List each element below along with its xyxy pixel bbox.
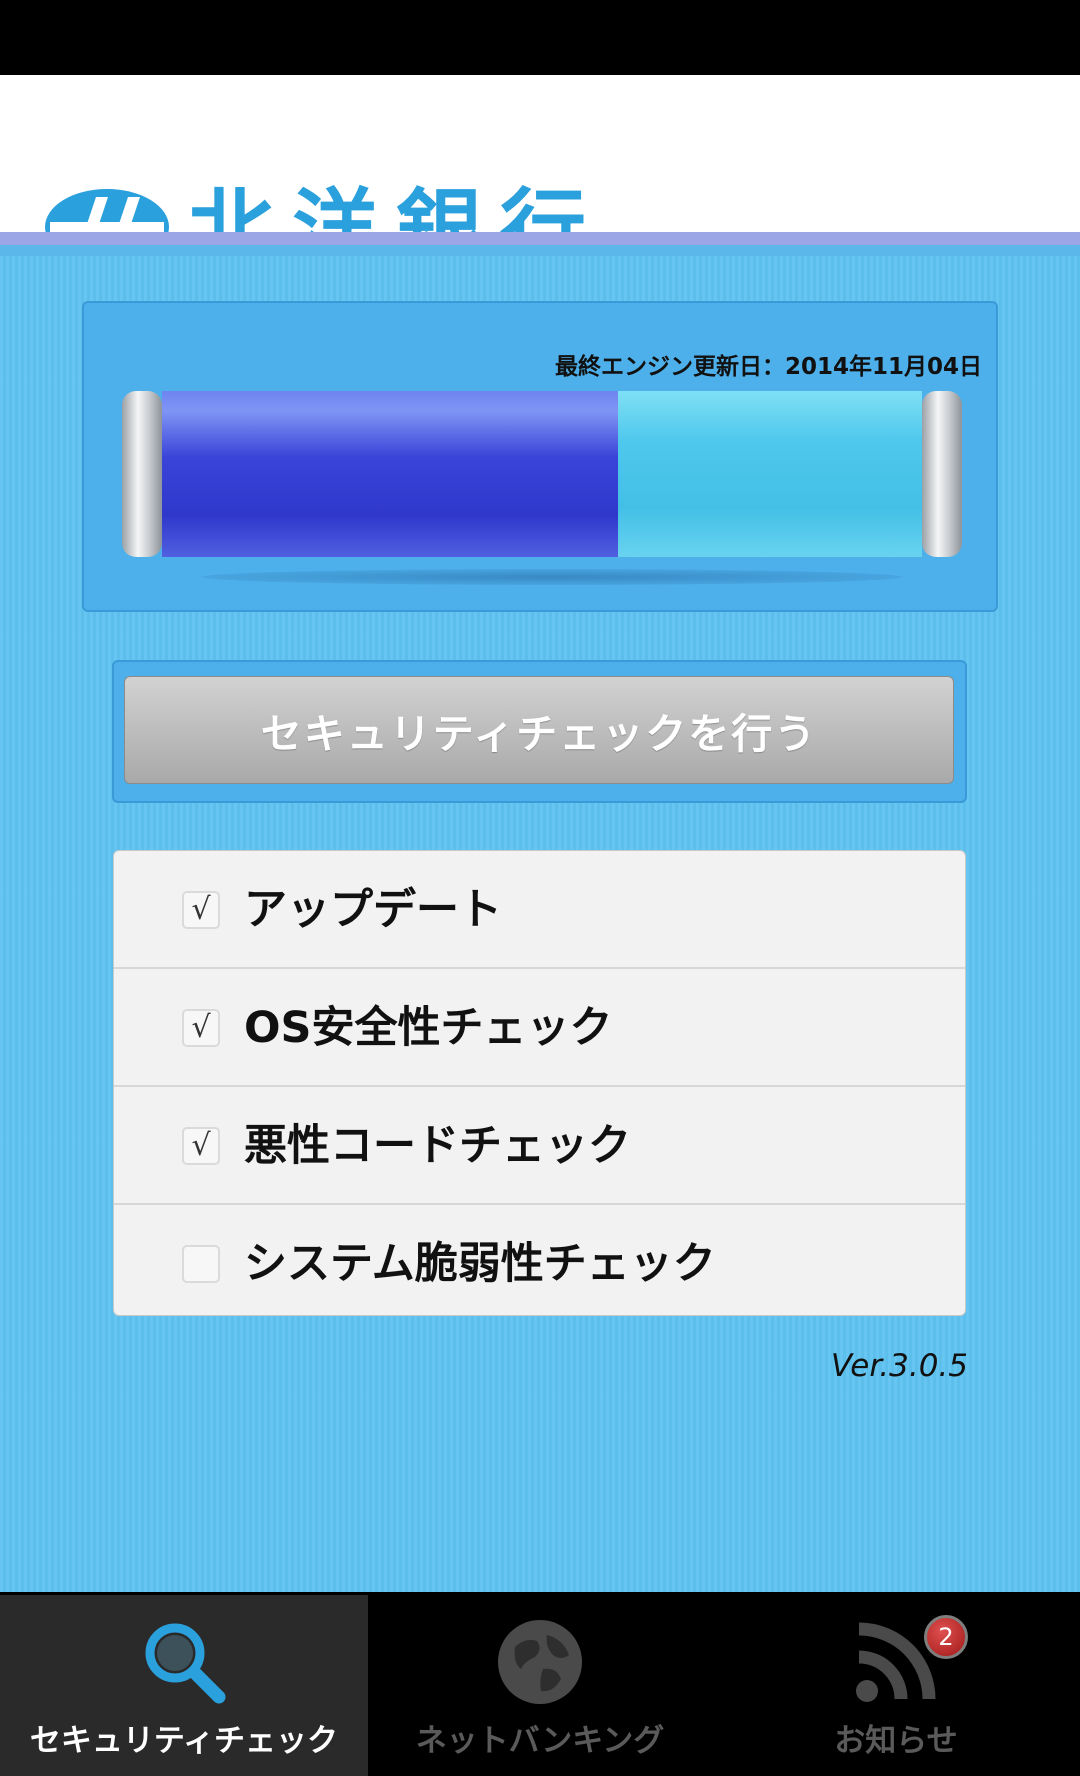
tab-label: セキュリティチェック [29,1723,339,1759]
list-item-vulnerability[interactable]: システム脆弱性チェック [114,1205,965,1315]
battery-right-cap [922,391,962,557]
list-item-label: アップデート [244,885,502,935]
list-item-label: 悪性コードチェック [244,1121,631,1171]
header-divider-lower [0,245,1080,256]
search-icon [145,1623,226,1704]
list-item-update[interactable]: √ アップデート [114,851,965,969]
status-bar [0,0,1080,75]
battery-shadow [202,569,902,585]
globe-icon [498,1620,582,1704]
engine-last-update: 最終エンジン更新日：2014年11月04日 [554,354,982,380]
battery-body [162,391,922,557]
tab-news[interactable]: 2 お知らせ [712,1595,1080,1776]
app-header: 北洋銀行 [0,75,1080,275]
list-item-os-safety[interactable]: √ OS安全性チェック [114,969,965,1087]
bottom-tab-bar: セキュリティチェック ネットバンキング 2 お知らせ [0,1592,1080,1776]
checklist: √ アップデート √ OS安全性チェック √ 悪性コードチェック システム脆弱性… [113,850,966,1316]
security-check-button[interactable]: セキュリティチェックを行う [124,676,954,784]
engine-progress-battery [122,391,962,585]
battery-left-cap [122,391,162,557]
list-item-label: OS安全性チェック [244,1003,613,1053]
list-item-label: システム脆弱性チェック [244,1239,716,1289]
os-safety-checkbox[interactable]: √ [182,1009,220,1047]
notification-badge: 2 [924,1615,968,1659]
engine-status-panel: 最終エンジン更新日：2014年11月04日 [82,301,998,612]
malware-checkbox[interactable]: √ [182,1127,220,1165]
app-version: Ver.3.0.5 [830,1348,968,1384]
list-item-malware[interactable]: √ 悪性コードチェック [114,1087,965,1205]
security-check-panel: セキュリティチェックを行う [112,660,967,803]
tab-net-banking[interactable]: ネットバンキング [368,1595,712,1776]
header-divider [0,232,1080,245]
battery-fill [162,391,618,557]
vulnerability-checkbox[interactable] [182,1245,220,1283]
tab-security-check[interactable]: セキュリティチェック [0,1595,368,1776]
tab-label: お知らせ [834,1723,958,1759]
tab-label: ネットバンキング [415,1723,665,1759]
update-checkbox[interactable]: √ [182,891,220,929]
